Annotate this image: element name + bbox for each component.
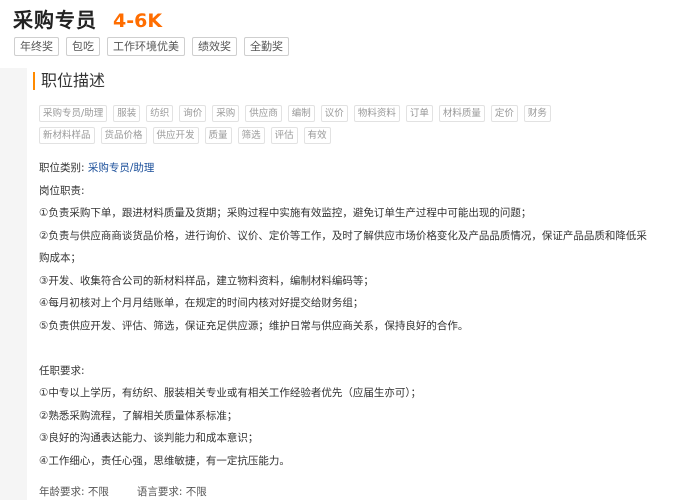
tag-row: 采购专员/助理 服装 纺织 询价 采购 供应商 编制 议价 物料资料 订单 材料…	[39, 105, 639, 122]
requirement-item: ④工作细心，责任心强，思维敏捷，有一定抗压能力。	[39, 454, 290, 467]
keyword-tags: 采购专员/助理 服装 纺织 询价 采购 供应商 编制 议价 物料资料 订单 材料…	[39, 105, 639, 149]
keyword-tag[interactable]: 采购专员/助理	[39, 105, 108, 122]
benefit-tag: 年终奖	[14, 37, 59, 56]
keyword-tag[interactable]: 新材料样品	[39, 127, 95, 144]
keyword-tag[interactable]: 采购	[212, 105, 240, 122]
tag-row: 新材料样品 货品价格 供应开发 质量 筛选 评估 有效	[39, 127, 639, 144]
keyword-tag[interactable]: 评估	[270, 127, 298, 144]
benefit-tag: 包吃	[66, 37, 100, 56]
age-label: 年龄要求:	[39, 486, 85, 498]
language-value: 不限	[185, 486, 207, 498]
keyword-tag[interactable]: 货品价格	[100, 127, 147, 144]
duty-item: ⑤负责供应开发、评估、筛选，保证充足供应源；维护日常与供应商关系，保持良好的合作…	[39, 319, 469, 332]
title-row: 采购专员 4-6K	[13, 4, 162, 33]
keyword-tag[interactable]: 质量	[204, 127, 232, 144]
benefit-tag: 工作环境优美	[107, 37, 185, 56]
requirement-item: ②熟悉采购流程，了解相关质量体系标准；	[39, 409, 238, 422]
requirement-item: ③良好的沟通表达能力、谈判能力和成本意识；	[39, 432, 259, 444]
benefit-tags: 年终奖 包吃 工作环境优美 绩效奖 全勤奖	[14, 37, 296, 56]
salary: 4-6K	[113, 10, 163, 32]
section-title: 职位描述	[33, 72, 105, 90]
keyword-tag[interactable]: 有效	[303, 127, 331, 144]
job-description-text: 职位类别: 采购专员/助理 岗位职责: ①负责采购下单，跟进材料质量及货期；采购…	[39, 157, 659, 472]
age-requirement: 年龄要求: 不限	[39, 484, 109, 499]
keyword-tag[interactable]: 物料资料	[353, 105, 400, 122]
keyword-tag[interactable]: 询价	[179, 105, 207, 122]
category-link[interactable]: 采购专员/助理	[88, 162, 155, 174]
age-value: 不限	[87, 486, 109, 498]
duty-item: ①负责采购下单，跟进材料质量及货期；采购过程中实施有效监控，避免订单生产过程中可…	[39, 207, 532, 219]
job-header: 采购专员 4-6K 年终奖 包吃 工作环境优美 绩效奖 全勤奖	[0, 0, 678, 68]
category-label: 职位类别:	[39, 162, 85, 174]
keyword-tag[interactable]: 供应开发	[152, 127, 199, 144]
keyword-tag[interactable]: 材料质量	[438, 105, 485, 122]
duty-item: ③开发、收集符合公司的新材料样品，建立物料资料，编制材料编码等；	[39, 274, 374, 287]
requirement-item: ①中专以上学历，有纺织、服装相关专业或有相关工作经验者优先（应届生亦可）；	[39, 387, 422, 399]
keyword-tag[interactable]: 定价	[490, 105, 518, 122]
keyword-tag[interactable]: 编制	[287, 105, 315, 122]
keyword-tag[interactable]: 纺织	[146, 105, 174, 122]
benefit-tag: 绩效奖	[192, 37, 237, 56]
extra-requirements: 年龄要求: 不限 语言要求: 不限	[39, 484, 235, 499]
requirements-heading: 任职要求:	[39, 364, 85, 377]
benefit-tag: 全勤奖	[244, 37, 289, 56]
keyword-tag[interactable]: 服装	[113, 105, 141, 122]
keyword-tag[interactable]: 筛选	[237, 127, 265, 144]
job-category: 职位类别: 采购专员/助理	[39, 157, 659, 180]
duty-item: ④每月初核对上个月月结账单，在规定的时间内核对好提交给财务组；	[39, 297, 364, 309]
language-requirement: 语言要求: 不限	[137, 484, 207, 499]
keyword-tag[interactable]: 供应商	[245, 105, 282, 122]
language-label: 语言要求:	[136, 486, 183, 498]
duties-heading: 岗位职责:	[39, 184, 85, 197]
job-description-card: 职位描述 采购专员/助理 服装 纺织 询价 采购 供应商 编制 议价 物料资料 …	[27, 66, 678, 500]
duty-item-continued: 购成本；	[39, 252, 81, 264]
keyword-tag[interactable]: 财务	[523, 105, 551, 122]
keyword-tag[interactable]: 订单	[405, 105, 433, 122]
duty-item: ②负责与供应商商谈货品价格，进行询价、议价、定价等工作，及时了解供应市场价格变化…	[39, 229, 647, 242]
job-title: 采购专员	[13, 8, 97, 32]
keyword-tag[interactable]: 议价	[320, 105, 348, 122]
